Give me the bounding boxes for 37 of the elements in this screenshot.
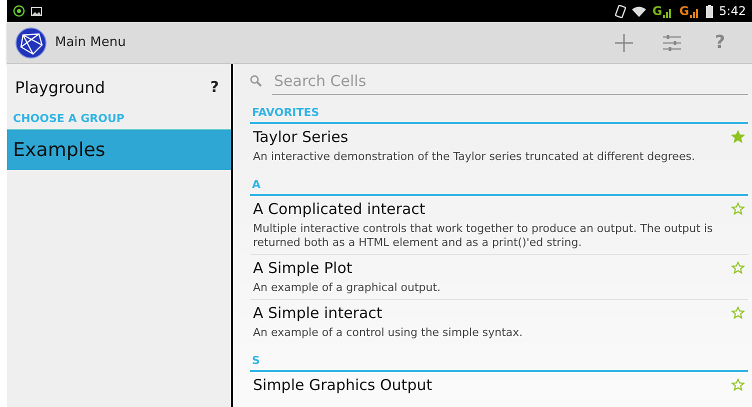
sliders-icon <box>662 34 682 52</box>
cell-title[interactable]: Taylor Series <box>253 128 348 146</box>
cell-description: An example of a graphical output. <box>253 281 442 295</box>
cell-description: Multiple interactive controls that work together to produce an output. The output is returned both as a HTML element and as a print()'ed string. <box>253 222 714 250</box>
app-logo-icon[interactable] <box>15 26 47 58</box>
cell-title[interactable]: Simple Graphics Output <box>253 376 432 394</box>
section-heading: A <box>250 168 748 196</box>
favorite-star-icon[interactable] <box>731 378 745 392</box>
cell-title[interactable]: A Simple Plot <box>253 259 352 277</box>
cell-title[interactable]: A Complicated interact <box>253 200 426 218</box>
favorite-star-icon[interactable] <box>731 261 745 275</box>
clock-time: 5:42 <box>719 4 746 18</box>
signal-icon <box>690 7 700 18</box>
search-icon <box>250 75 262 87</box>
network-type: G <box>652 4 662 18</box>
search-field[interactable]: Search Cells <box>272 68 748 94</box>
status-icon <box>13 5 25 17</box>
rotation-icon <box>615 4 626 18</box>
wifi-icon <box>632 6 646 16</box>
screen-title: Main Menu <box>55 35 126 50</box>
favorite-star-icon[interactable] <box>731 202 745 216</box>
cell-description: An example of a control using the simple syntax. <box>253 326 524 340</box>
battery-icon <box>706 4 714 18</box>
favorite-star-icon[interactable] <box>731 306 745 320</box>
plus-icon <box>614 32 634 52</box>
group-heading: CHOOSE A GROUP <box>12 111 126 127</box>
favorite-star-icon[interactable] <box>731 130 745 144</box>
playground-item[interactable]: Playground <box>15 78 105 96</box>
cell-title[interactable]: A Simple interact <box>253 304 382 322</box>
help-button[interactable]: ? <box>206 78 223 96</box>
section-heading: S <box>250 344 748 372</box>
network-type: G <box>679 4 690 18</box>
image-icon <box>31 6 42 16</box>
section-heading: FAVORITES <box>250 96 748 124</box>
signal-icon <box>663 7 674 18</box>
group-item[interactable]: Examples <box>7 129 231 170</box>
cell-description: An interactive demonstration of the Taylor series truncated at different degrees. <box>253 150 696 164</box>
